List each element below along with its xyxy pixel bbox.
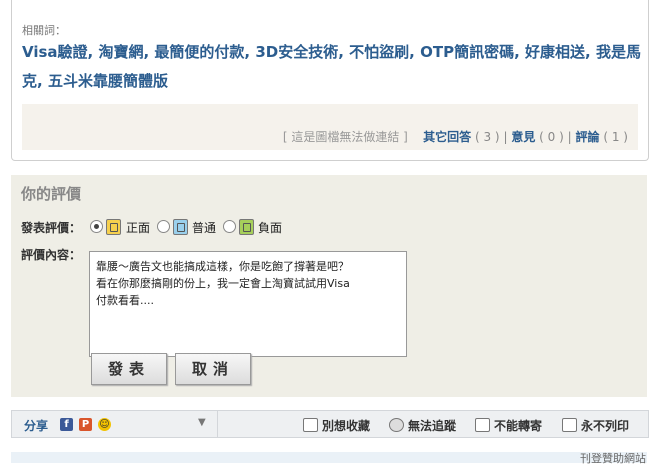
bookmark-label: 別想收藏 xyxy=(322,419,371,433)
radio-negative[interactable] xyxy=(223,220,236,233)
print-tool[interactable]: 永不列印 xyxy=(562,417,629,434)
comments-count: ( 1 ) xyxy=(603,130,628,144)
rating-title: 你的評價 xyxy=(21,185,82,203)
option-label-negative: 負面 xyxy=(258,221,283,235)
track-icon xyxy=(389,418,404,432)
other-replies-count: ( 3 ) xyxy=(474,130,500,144)
divider: | xyxy=(503,130,508,144)
bookmark-icon xyxy=(303,418,318,432)
negative-note-icon xyxy=(239,219,254,235)
bottom-strip xyxy=(11,452,647,463)
print-label: 永不列印 xyxy=(581,419,630,433)
related-link[interactable]: 最簡便的付款 xyxy=(154,43,244,61)
content-label: 評價內容： xyxy=(21,248,82,262)
share-divider xyxy=(217,411,218,437)
share-bar: 分享 f P ☺ ▼ 別想收藏 無法追蹤 不能轉寄 永不列印 xyxy=(11,410,649,438)
divider: | xyxy=(567,130,572,144)
related-links: Visa驗證, 淘寶網, 最簡便的付款, 3D安全技術, 不怕盜刷, OTP簡訊… xyxy=(22,38,642,96)
comment-textarea[interactable]: 靠腰～廣告文也能搞成這樣，你是吃飽了撐著是吧？ 看在你那麼搞剛的份上，我一定會上… xyxy=(89,251,407,357)
other-replies-link[interactable]: 其它回答 xyxy=(423,130,471,144)
opinions-link[interactable]: 意見 xyxy=(511,130,535,144)
related-link[interactable]: Visa驗證 xyxy=(22,43,88,61)
related-link[interactable]: 五斗米靠腰簡體版 xyxy=(48,72,168,90)
separator: , xyxy=(244,43,256,61)
submit-button[interactable]: 發表 xyxy=(91,353,167,385)
no-link-note: [ 這是圖檔無法做連結 ] xyxy=(282,130,408,144)
related-link[interactable]: 不怕盜刷 xyxy=(349,43,409,61)
radio-neutral[interactable] xyxy=(157,220,170,233)
radio-positive[interactable] xyxy=(90,220,103,233)
related-link[interactable]: 好康相送 xyxy=(525,43,585,61)
printer-icon xyxy=(562,418,577,432)
chevron-down-icon[interactable]: ▼ xyxy=(198,417,206,428)
neutral-note-icon xyxy=(173,219,188,235)
forward-label: 不能轉寄 xyxy=(494,419,543,433)
comments-link[interactable]: 評論 xyxy=(576,130,600,144)
reply-links: [ 這是圖檔無法做連結 ] 其它回答 ( 3 ) | 意見 ( 0 ) | 評論… xyxy=(283,128,628,145)
rating-form: 你的評價 發表評價： 正面 普通 負面 評價內容： 靠腰～廣告文也能搞成這樣，你… xyxy=(11,175,647,397)
related-link[interactable]: OTP簡訊密碼 xyxy=(420,43,514,61)
forward-tool[interactable]: 不能轉寄 xyxy=(475,417,542,434)
track-label: 無法追蹤 xyxy=(408,419,457,433)
share-label: 分享 xyxy=(24,419,49,433)
separator: , xyxy=(409,43,421,61)
mail-icon xyxy=(475,418,490,432)
separator: , xyxy=(585,43,596,61)
option-label-neutral: 普通 xyxy=(192,221,217,235)
separator: , xyxy=(338,43,350,61)
facebook-icon[interactable]: f xyxy=(60,418,73,431)
rate-label: 發表評價： xyxy=(21,221,82,235)
related-link[interactable]: 3D安全技術 xyxy=(255,43,338,61)
separator: , xyxy=(514,43,525,61)
card-footer: [ 這是圖檔無法做連結 ] 其它回答 ( 3 ) | 意見 ( 0 ) | 評論… xyxy=(22,104,638,150)
opinions-count: ( 0 ) xyxy=(539,130,564,144)
plurk-icon[interactable]: P xyxy=(79,418,92,431)
bookmark-tool[interactable]: 別想收藏 xyxy=(303,417,370,434)
separator: , xyxy=(37,72,48,90)
cancel-button[interactable]: 取消 xyxy=(175,353,251,385)
related-label: 相關詞： xyxy=(22,24,66,37)
related-link[interactable]: 淘寶網 xyxy=(98,43,143,61)
positive-note-icon xyxy=(106,219,121,235)
separator: , xyxy=(143,43,155,61)
related-words-card: 相關詞： Visa驗證, 淘寶網, 最簡便的付款, 3D安全技術, 不怕盜刷, … xyxy=(11,0,649,161)
yahoo-messenger-icon[interactable]: ☺ xyxy=(98,418,111,431)
option-label-positive: 正面 xyxy=(126,221,151,235)
sponsor-link[interactable]: 刊登贊助網站 xyxy=(580,450,646,466)
track-tool[interactable]: 無法追蹤 xyxy=(389,417,456,434)
separator: , xyxy=(87,43,99,61)
